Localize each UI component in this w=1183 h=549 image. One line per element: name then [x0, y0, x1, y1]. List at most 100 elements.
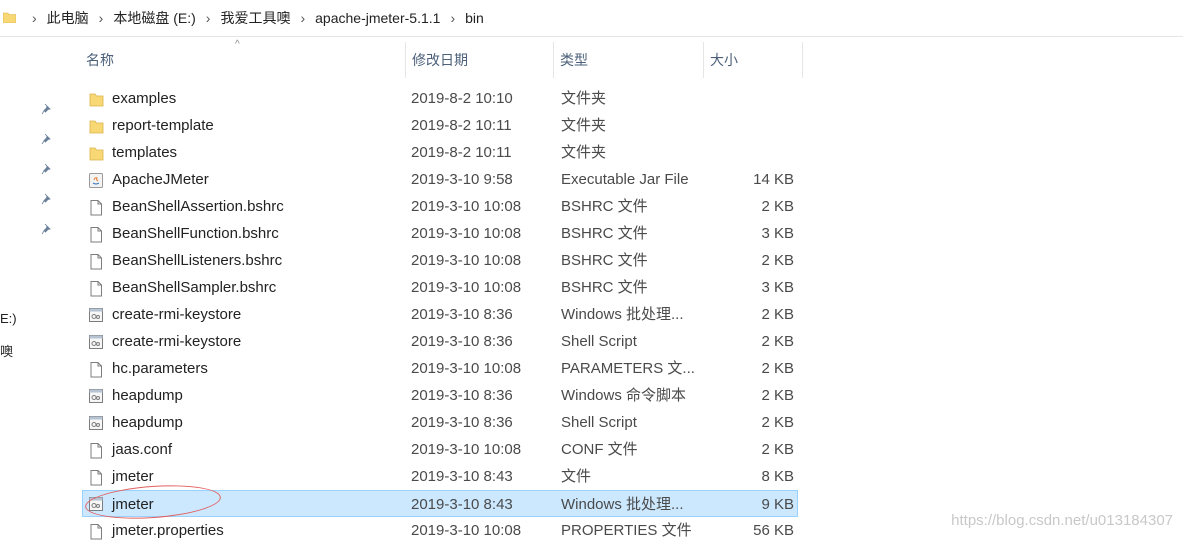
file-size: 2 KB — [761, 333, 794, 350]
column-header-size[interactable]: 大小 — [704, 42, 803, 78]
file-type: Shell Script — [561, 333, 637, 350]
file-size: 2 KB — [761, 198, 794, 215]
file-type: 文件夹 — [561, 90, 607, 107]
file-date: 2019-8-2 10:11 — [411, 117, 512, 134]
file-icon — [88, 441, 104, 459]
file-date: 2019-3-10 10:08 — [411, 279, 522, 296]
file-name: create-rmi-keystore — [112, 306, 242, 323]
file-type: BSHRC 文件 — [561, 279, 648, 296]
breadcrumb-item[interactable]: 此电脑 — [47, 8, 89, 28]
file-name: jmeter.properties — [112, 522, 224, 539]
column-header-date[interactable]: 修改日期 — [406, 42, 554, 78]
script-icon — [88, 387, 104, 404]
nav-item-drive[interactable]: E:) — [0, 311, 17, 326]
file-icon — [88, 252, 104, 270]
script-icon — [88, 306, 104, 323]
breadcrumb-item[interactable]: bin — [465, 10, 484, 26]
file-size: 2 KB — [761, 306, 794, 323]
java-jar-icon — [88, 171, 104, 188]
file-row[interactable]: BeanShellSampler.bshrc 2019-3-10 10:08 BSH… — [82, 274, 798, 301]
sort-ascending-icon: ^ — [235, 39, 240, 50]
file-row[interactable]: jmeter.properties 2019-3-10 10:08 PROPERTI… — [82, 517, 798, 544]
file-size: 3 KB — [761, 225, 794, 242]
file-size: 9 KB — [761, 496, 794, 513]
file-date: 2019-3-10 10:08 — [411, 441, 522, 458]
file-type: PARAMETERS 文... — [561, 360, 695, 377]
file-type: CONF 文件 — [561, 441, 638, 458]
chevron-right-icon[interactable]: › — [290, 10, 315, 26]
file-name: hc.parameters — [112, 360, 208, 377]
chevron-right-icon[interactable]: › — [440, 10, 465, 26]
file-size: 2 KB — [761, 414, 794, 431]
file-type: BSHRC 文件 — [561, 198, 648, 215]
file-row[interactable]: hc.parameters 2019-3-10 10:08 PARAMETERS 文… — [82, 355, 798, 382]
pin-icon[interactable] — [41, 163, 53, 175]
column-header-size-label: 大小 — [710, 52, 738, 68]
file-name: report-template — [112, 117, 214, 134]
file-row[interactable]: create-rmi-keystore 2019-3-10 8:36 Windows… — [82, 301, 798, 328]
folder-icon — [88, 144, 104, 161]
file-name: BeanShellFunction.bshrc — [112, 225, 279, 242]
file-size: 14 KB — [753, 171, 794, 188]
file-row[interactable]: BeanShellListeners.bshrc 2019-3-10 10:08 B… — [82, 247, 798, 274]
column-header-bar: 名称 ^ 修改日期 类型 大小 — [80, 39, 803, 78]
file-row[interactable]: jaas.conf 2019-3-10 10:08 CONF 文件 2 KB — [82, 436, 798, 463]
file-icon — [88, 198, 104, 216]
file-size: 2 KB — [761, 387, 794, 404]
file-icon — [88, 360, 104, 378]
file-size: 8 KB — [761, 468, 794, 485]
file-name: create-rmi-keystore — [112, 333, 242, 350]
file-name: BeanShellSampler.bshrc — [112, 279, 277, 296]
file-row[interactable]: create-rmi-keystore 2019-3-10 8:36 Shell S… — [82, 328, 798, 355]
watermark: https://blog.csdn.net/u013184307 — [951, 512, 1173, 529]
file-date: 2019-3-10 10:08 — [411, 360, 522, 377]
breadcrumb: › 此电脑 › 本地磁盘 (E:) › 我爱工具噢 › apache-jmeter-5.1.1… — [22, 0, 484, 36]
file-size: 2 KB — [761, 252, 794, 269]
folder-icon — [88, 90, 104, 107]
pin-icon[interactable] — [41, 103, 53, 115]
script-icon — [88, 414, 104, 431]
file-type: Windows 命令脚本 — [561, 387, 687, 404]
file-name: heapdump — [112, 387, 183, 404]
file-row[interactable]: examples 2019-8-2 10:10 文件夹 — [82, 85, 798, 112]
file-name: heapdump — [112, 414, 183, 431]
file-type: 文件夹 — [561, 117, 607, 134]
chevron-right-icon[interactable]: › — [196, 10, 221, 26]
breadcrumb-item[interactable]: 本地磁盘 (E:) — [113, 8, 195, 28]
column-header-name[interactable]: 名称 — [80, 42, 406, 78]
file-type: Shell Script — [561, 414, 637, 431]
script-icon — [88, 333, 104, 350]
chevron-right-icon[interactable]: › — [22, 10, 47, 26]
file-date: 2019-3-10 8:43 — [411, 496, 513, 513]
file-type: Windows 批处理... — [561, 306, 684, 323]
file-row[interactable]: ApacheJMeter 2019-3-10 9:58 Executable Jar… — [82, 166, 798, 193]
pin-icon[interactable] — [41, 193, 53, 205]
pin-icon[interactable] — [41, 133, 53, 145]
file-date: 2019-3-10 8:43 — [411, 468, 513, 485]
address-bar[interactable]: › 此电脑 › 本地磁盘 (E:) › 我爱工具噢 › apache-jmeter-5.1.1… — [0, 0, 1183, 37]
pin-icon[interactable] — [41, 223, 53, 235]
folder-icon — [3, 12, 16, 23]
column-header-date-label: 修改日期 — [412, 52, 468, 68]
file-row[interactable]: templates 2019-8-2 10:11 文件夹 — [82, 139, 798, 166]
file-row[interactable]: BeanShellAssertion.bshrc 2019-3-10 10:08 B… — [82, 193, 798, 220]
file-icon — [88, 279, 104, 297]
file-name: BeanShellAssertion.bshrc — [112, 198, 284, 215]
chevron-right-icon[interactable]: › — [89, 10, 114, 26]
column-header-type[interactable]: 类型 — [554, 42, 704, 78]
file-row[interactable]: BeanShellFunction.bshrc 2019-3-10 10:08 BS… — [82, 220, 798, 247]
file-row[interactable]: heapdump 2019-3-10 8:36 Windows 命令脚本 2 KB — [82, 382, 798, 409]
file-name: ApacheJMeter — [112, 171, 209, 188]
file-date: 2019-8-2 10:11 — [411, 144, 512, 161]
breadcrumb-item[interactable]: 我爱工具噢 — [220, 8, 290, 28]
nav-item-folder[interactable]: 噢 — [0, 341, 13, 360]
folder-icon — [88, 117, 104, 134]
column-header-name-label: 名称 — [86, 52, 114, 68]
file-date: 2019-8-2 10:10 — [411, 90, 513, 107]
breadcrumb-item[interactable]: apache-jmeter-5.1.1 — [315, 10, 440, 26]
column-header-type-label: 类型 — [560, 52, 588, 68]
file-date: 2019-3-10 10:08 — [411, 225, 522, 242]
file-type: BSHRC 文件 — [561, 225, 648, 242]
file-row[interactable]: heapdump 2019-3-10 8:36 Shell Script 2 KB — [82, 409, 798, 436]
file-row[interactable]: report-template 2019-8-2 10:11 文件夹 — [82, 112, 798, 139]
